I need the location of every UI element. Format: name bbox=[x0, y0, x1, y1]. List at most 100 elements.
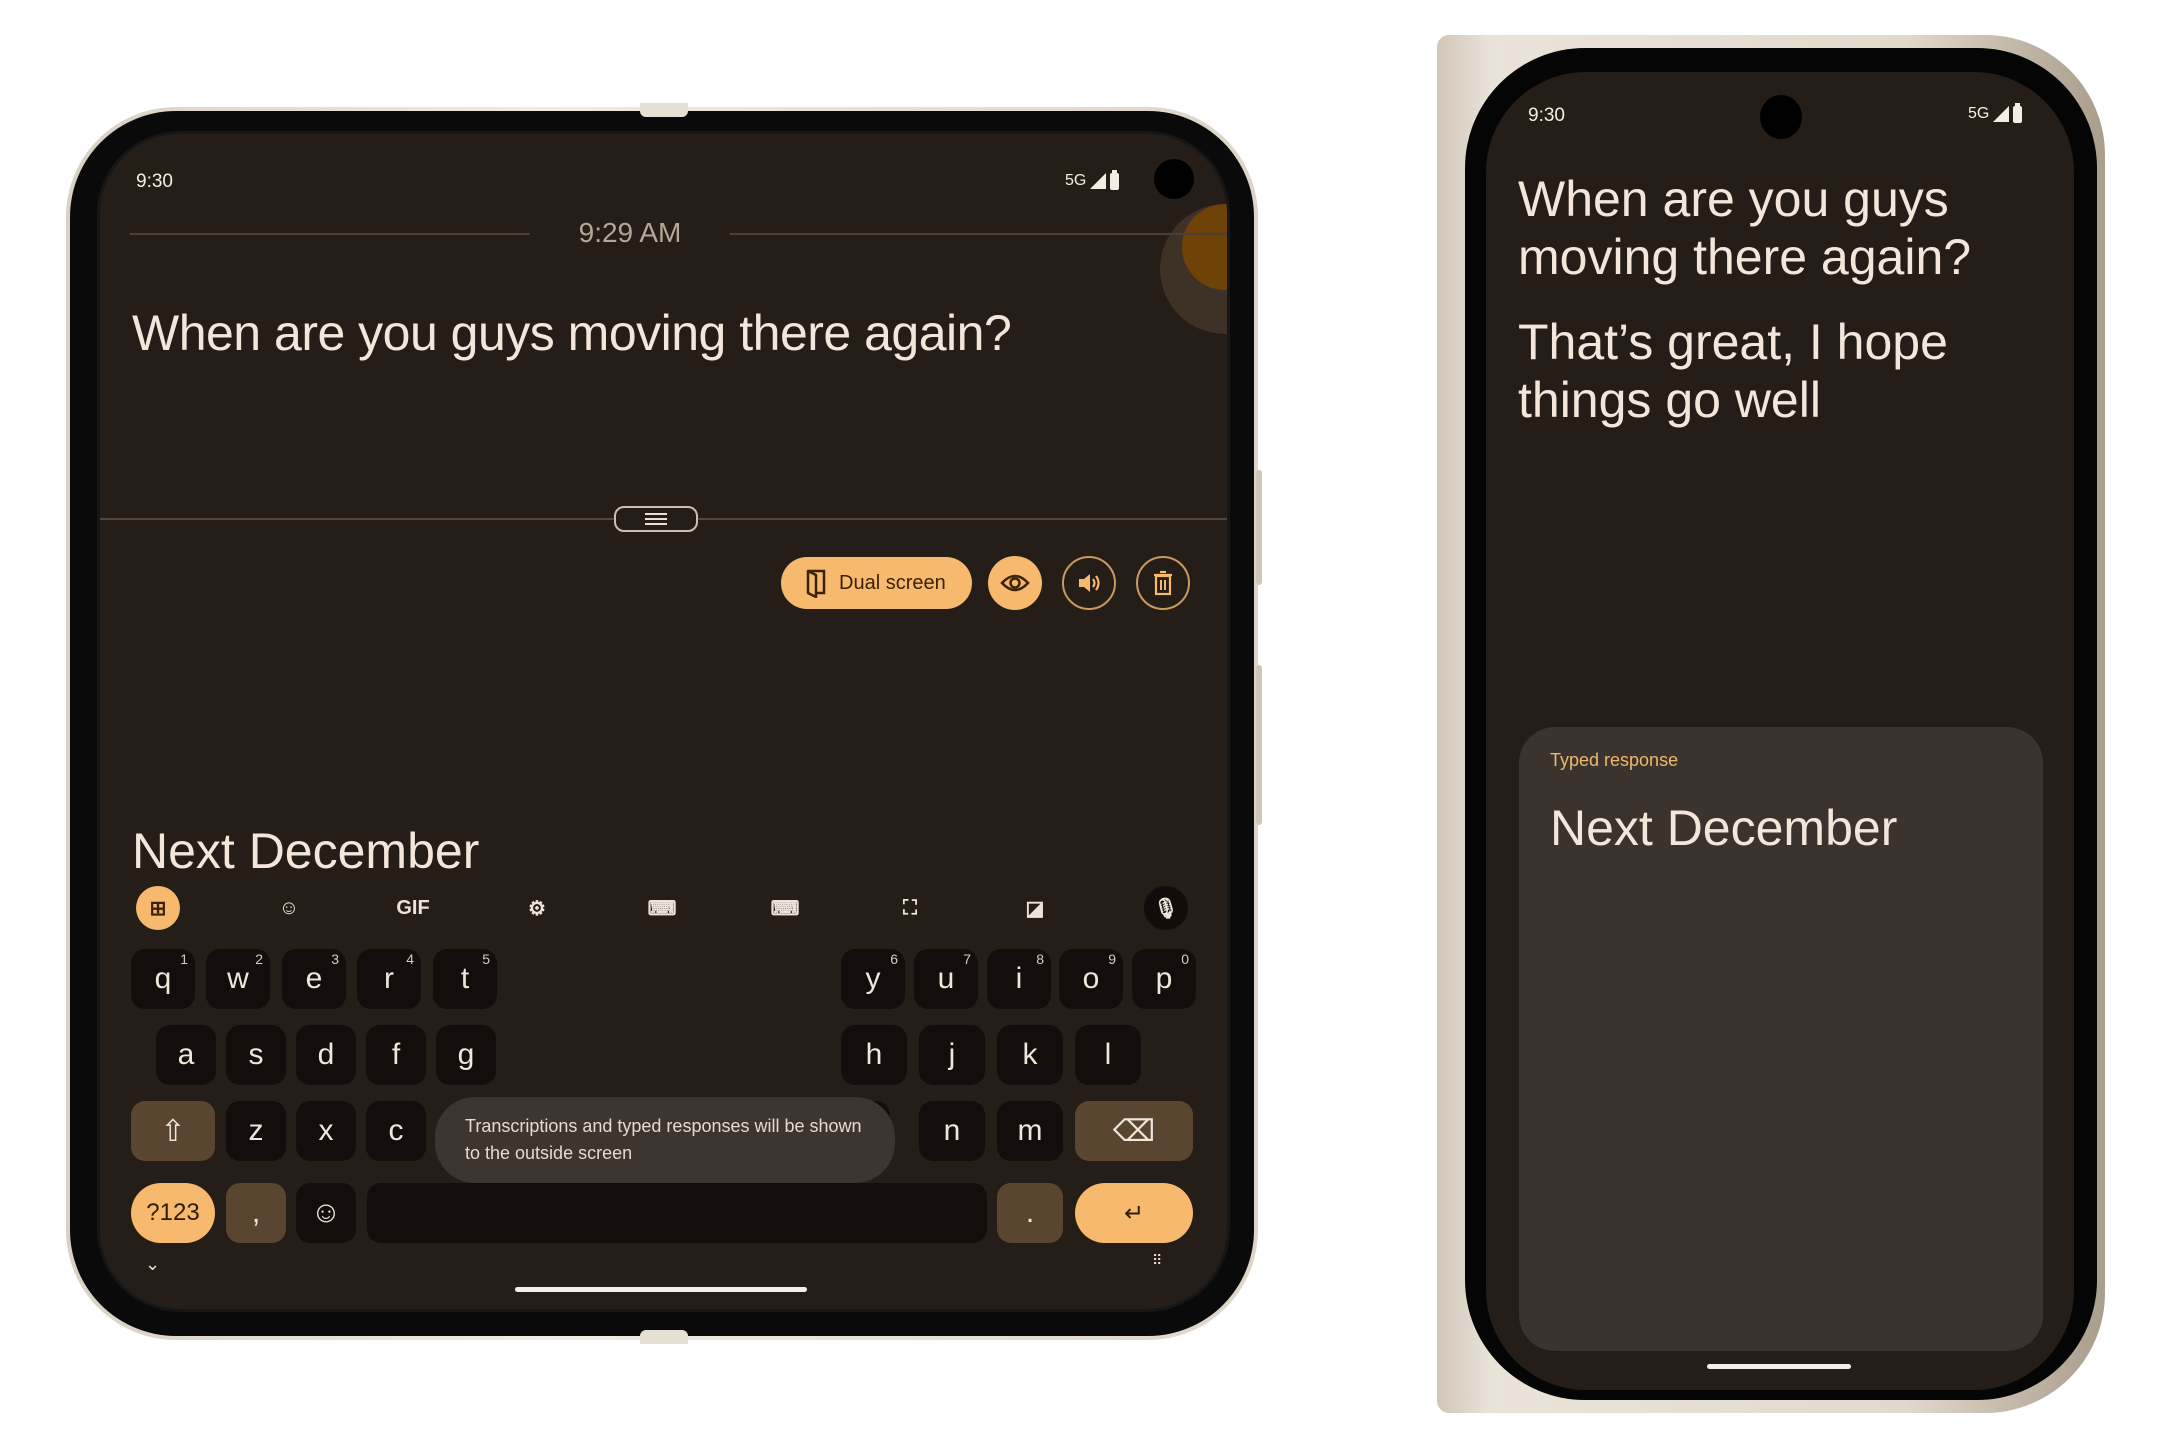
period-key[interactable]: . bbox=[997, 1183, 1063, 1243]
key-s-label: s bbox=[248, 1038, 264, 1071]
shift-key[interactable]: ⇧ bbox=[131, 1101, 215, 1161]
home-indicator[interactable] bbox=[515, 1287, 807, 1292]
microphone-icon[interactable]: 🎙 bbox=[1144, 886, 1188, 930]
dual-screen-label: Dual screen bbox=[839, 571, 946, 594]
trash-icon bbox=[1154, 570, 1172, 596]
key-s[interactable]: s bbox=[226, 1025, 286, 1085]
key-w[interactable]: w2 bbox=[206, 949, 270, 1009]
key-hint: 8 bbox=[1036, 951, 1044, 967]
key-d-label: d bbox=[317, 1038, 335, 1071]
keyboard-icon[interactable]: ⌨ bbox=[640, 886, 684, 930]
comma-key[interactable]: , bbox=[226, 1183, 286, 1243]
foldable-screen: 9:30 5G 9:29 AM When are you guys moving… bbox=[100, 134, 1227, 1309]
key-hint: 5 bbox=[482, 951, 490, 967]
key-hint: 9 bbox=[1108, 951, 1116, 967]
key-p[interactable]: p0 bbox=[1132, 949, 1196, 1009]
key-m[interactable]: m bbox=[997, 1101, 1063, 1161]
gear-icon[interactable]: ⚙ bbox=[515, 886, 559, 930]
key-hint: 2 bbox=[255, 951, 263, 967]
key-hint: 0 bbox=[1181, 951, 1189, 967]
key-m-label: m bbox=[1017, 1114, 1043, 1147]
timestamp-divider bbox=[730, 233, 1227, 235]
switch-keyboard-icon[interactable]: ⠿ bbox=[1152, 1252, 1162, 1269]
emoji-key[interactable]: ☺ bbox=[296, 1183, 356, 1243]
key-u[interactable]: u7 bbox=[914, 949, 978, 1009]
divider-drag-handle[interactable] bbox=[614, 506, 698, 532]
camera-cutout bbox=[1154, 159, 1194, 199]
dual-screen-button[interactable]: Dual screen bbox=[781, 557, 972, 609]
typed-response-card: Typed response Next December bbox=[1519, 727, 2043, 1351]
key-h-label: h bbox=[865, 1038, 883, 1071]
status-time: 9:30 bbox=[136, 171, 173, 192]
key-q-label: q bbox=[154, 962, 172, 995]
side-button bbox=[1256, 665, 1262, 825]
key-hint: 6 bbox=[890, 951, 898, 967]
key-a-label: a bbox=[177, 1038, 195, 1071]
hide-keyboard-icon[interactable]: ⌄ bbox=[145, 1254, 160, 1275]
key-w-label: w bbox=[227, 962, 249, 995]
key-x[interactable]: x bbox=[296, 1101, 356, 1161]
key-e[interactable]: e3 bbox=[282, 949, 346, 1009]
key-l-label: l bbox=[1104, 1038, 1112, 1071]
network-label: 5G bbox=[1968, 105, 1990, 122]
key-c[interactable]: c bbox=[366, 1101, 426, 1161]
key-g[interactable]: g bbox=[436, 1025, 496, 1085]
backspace-key[interactable]: ⌫ bbox=[1075, 1101, 1193, 1161]
battery-icon bbox=[2013, 102, 2023, 123]
key-j[interactable]: j bbox=[919, 1025, 985, 1085]
key-n[interactable]: n bbox=[919, 1101, 985, 1161]
resize-icon[interactable]: ⛶ bbox=[888, 886, 932, 930]
gif-icon[interactable]: GIF bbox=[391, 886, 435, 930]
key-u-label: u bbox=[937, 962, 955, 995]
key-k[interactable]: k bbox=[997, 1025, 1063, 1085]
transcription-text: When are you guys moving there again? bbox=[132, 305, 1012, 361]
key-a[interactable]: a bbox=[156, 1025, 216, 1085]
hinge-top bbox=[640, 103, 688, 117]
key-i[interactable]: i8 bbox=[987, 949, 1051, 1009]
sticker-icon[interactable]: ☺ bbox=[267, 886, 311, 930]
typed-response-text: Next December bbox=[1550, 800, 1898, 856]
key-y-label: y bbox=[865, 962, 881, 995]
status-icons: 5G bbox=[1065, 169, 1120, 190]
key-q[interactable]: q1 bbox=[131, 949, 195, 1009]
cover-message: That’s great, I hope things go well bbox=[1518, 314, 1948, 428]
speak-button[interactable] bbox=[1062, 556, 1116, 610]
key-j-label: j bbox=[948, 1038, 956, 1071]
apps-grid-icon[interactable]: ⊞ bbox=[136, 886, 180, 930]
show-transcript-button[interactable] bbox=[988, 556, 1042, 610]
key-h[interactable]: h bbox=[841, 1025, 907, 1085]
key-e-label: e bbox=[305, 962, 323, 995]
menu-icon bbox=[645, 513, 667, 525]
floating-keyboard-icon[interactable]: ◪ bbox=[1013, 886, 1057, 930]
comma-key-label: , bbox=[251, 1196, 261, 1229]
key-o[interactable]: o9 bbox=[1059, 949, 1123, 1009]
key-p-label: p bbox=[1155, 962, 1173, 995]
key-t-label: t bbox=[460, 962, 470, 995]
key-f[interactable]: f bbox=[366, 1025, 426, 1085]
battery-icon bbox=[1110, 169, 1120, 190]
keyboard-dock-icon[interactable]: ⌨ bbox=[763, 886, 807, 930]
speaker-icon bbox=[1079, 574, 1100, 592]
key-d[interactable]: d bbox=[296, 1025, 356, 1085]
signal-icon bbox=[1993, 106, 2010, 122]
delete-button[interactable] bbox=[1136, 556, 1190, 610]
home-indicator[interactable] bbox=[1707, 1364, 1851, 1369]
key-r[interactable]: r4 bbox=[357, 949, 421, 1009]
symbols-key-label: ?123 bbox=[146, 1199, 200, 1226]
key-k-label: k bbox=[1022, 1038, 1038, 1071]
key-g-label: g bbox=[457, 1038, 475, 1071]
enter-key-label: ↵ bbox=[1123, 1199, 1145, 1227]
key-f-label: f bbox=[391, 1038, 401, 1071]
enter-key[interactable]: ↵ bbox=[1075, 1183, 1193, 1243]
timestamp-divider bbox=[130, 233, 530, 235]
key-l[interactable]: l bbox=[1075, 1025, 1141, 1085]
key-t[interactable]: t5 bbox=[433, 949, 497, 1009]
key-n-label: n bbox=[943, 1114, 961, 1147]
key-r-label: r bbox=[384, 962, 394, 995]
key-z[interactable]: z bbox=[226, 1101, 286, 1161]
symbols-key[interactable]: ?123 bbox=[131, 1183, 215, 1243]
key-y[interactable]: y6 bbox=[841, 949, 905, 1009]
spacebar[interactable] bbox=[367, 1183, 987, 1243]
outside-screen-tooltip: Transcriptions and typed responses will … bbox=[435, 1097, 895, 1183]
typed-response-label: Typed response bbox=[1550, 750, 1679, 770]
